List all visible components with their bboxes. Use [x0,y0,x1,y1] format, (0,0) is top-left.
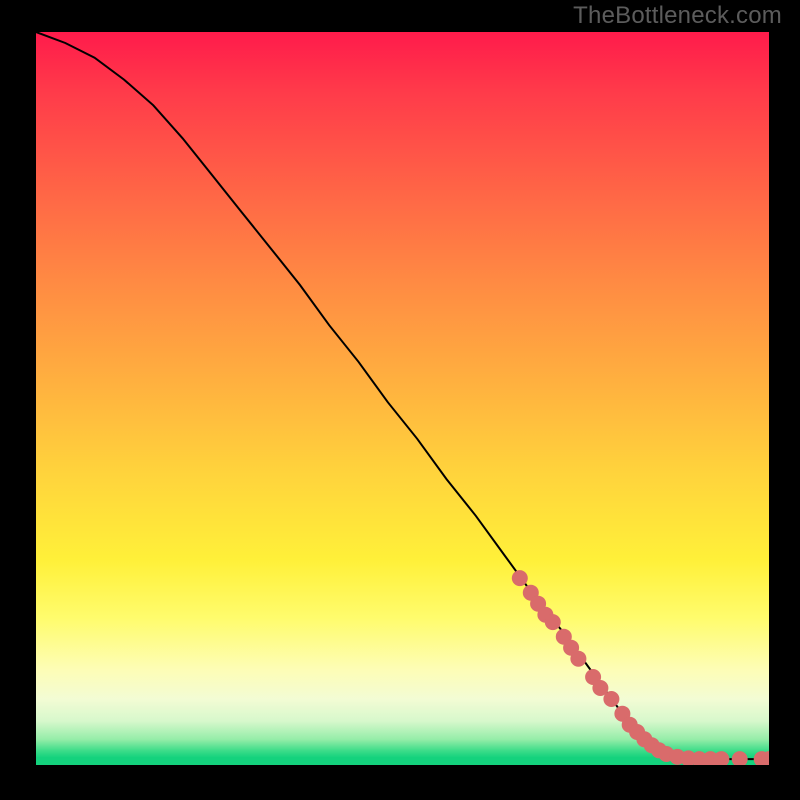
highlight-point [512,570,528,586]
highlight-point [603,691,619,707]
bottleneck-curve [36,32,769,759]
chart-overlay [36,32,769,765]
watermark-text: TheBottleneck.com [573,2,782,30]
highlight-point [545,614,561,630]
highlight-point [570,651,586,667]
marker-group [512,570,769,765]
highlight-point [732,751,748,765]
highlight-point [713,751,729,765]
chart-frame: TheBottleneck.com [0,0,800,800]
